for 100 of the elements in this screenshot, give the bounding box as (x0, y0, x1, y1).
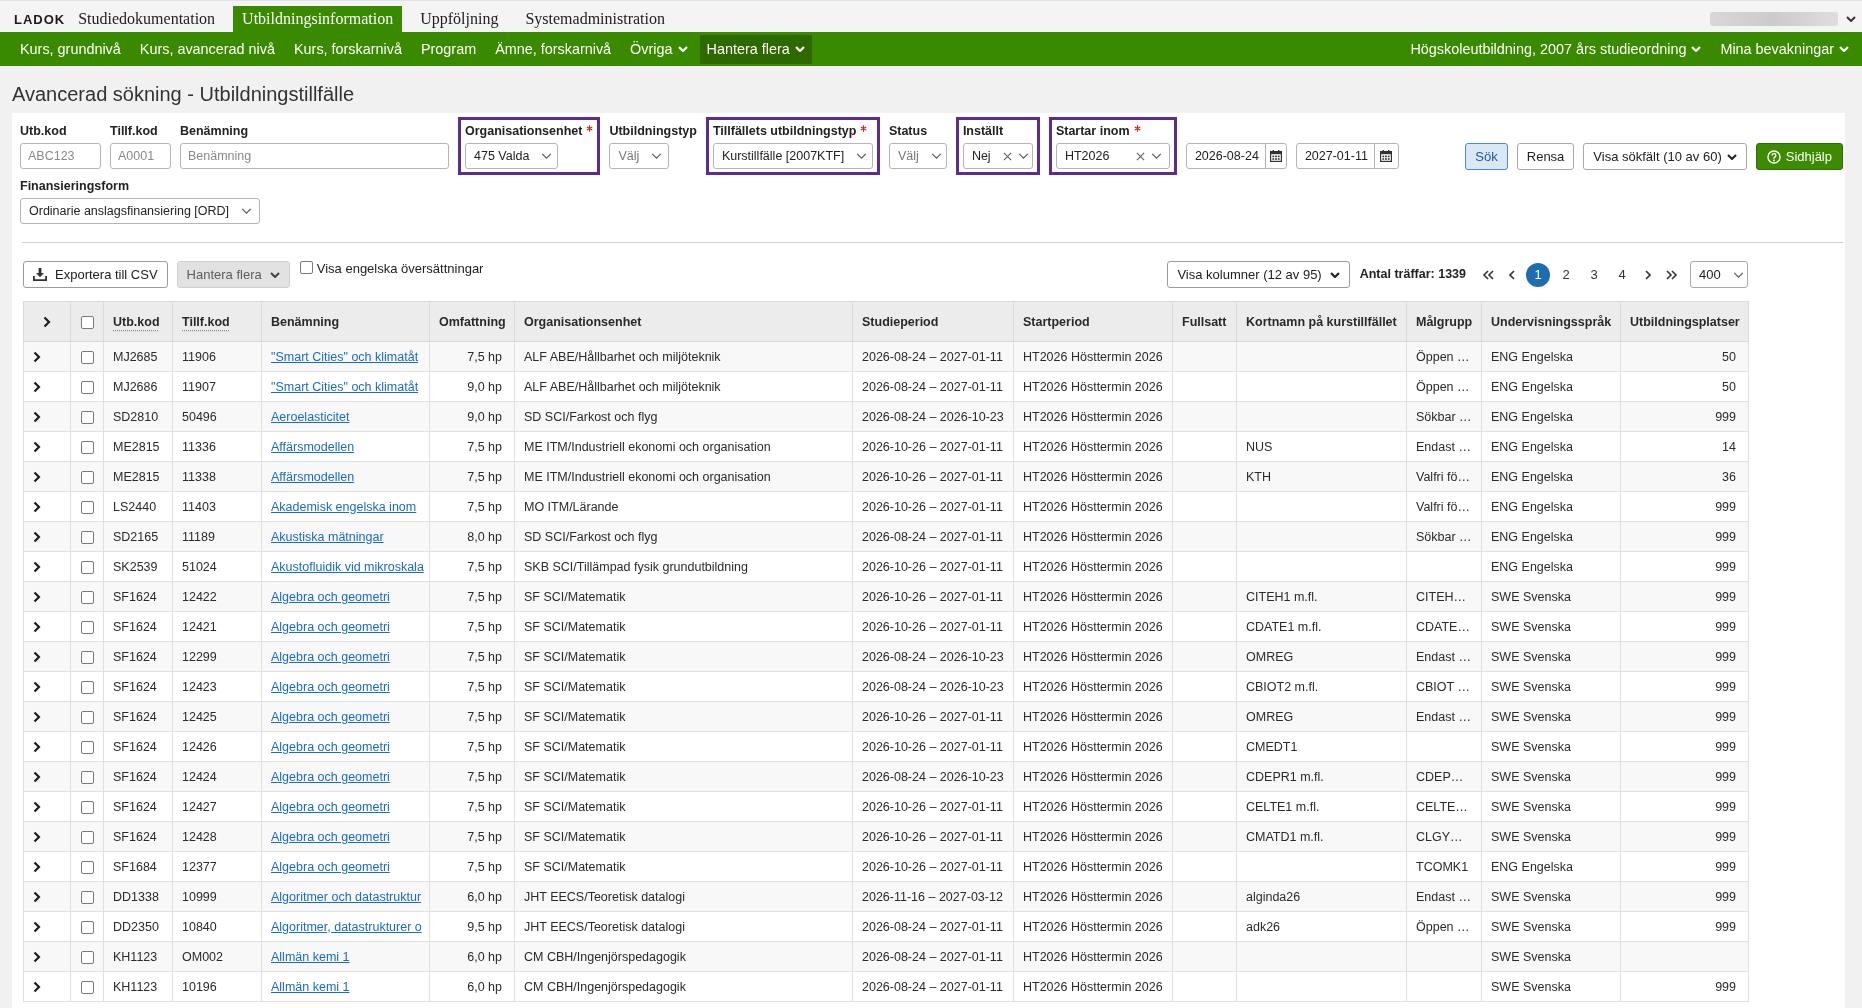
select-field[interactable]: Kurstillfälle [2007KTF] (712, 143, 873, 169)
double-chevron-right-icon[interactable] (1666, 269, 1678, 280)
chevron-right-icon[interactable] (33, 501, 41, 514)
column-header[interactable]: Tillf.kod (172, 301, 262, 342)
chevron-right-icon[interactable] (33, 891, 41, 904)
checkbox[interactable] (80, 710, 94, 724)
checkbox[interactable] (80, 440, 94, 454)
column-header[interactable]: Fullsatt (1172, 301, 1237, 342)
column-header[interactable]: Undervisningsspråk (1481, 301, 1621, 342)
nav-menu-item[interactable]: Hantera flera (699, 34, 812, 64)
search-button[interactable]: Sök (1465, 143, 1508, 170)
clear-icon[interactable] (1135, 151, 1145, 161)
checkbox[interactable] (80, 315, 94, 329)
checkbox-label[interactable]: Visa engelska översättningar (316, 261, 484, 276)
column-header[interactable]: Organisationsenhet (514, 301, 853, 342)
column-header[interactable]: Omfattning (429, 301, 515, 342)
page-size-select[interactable]: 400 (1690, 261, 1748, 288)
chevron-right-icon[interactable] (33, 471, 41, 484)
chevron-right-icon[interactable] (33, 981, 41, 994)
date-field[interactable]: 2026-08-24 (1185, 143, 1287, 169)
checkbox[interactable] (80, 950, 94, 964)
nav-menu-item[interactable]: Ämne, forskarnivå (488, 34, 619, 64)
text-field[interactable]: ABC123 (20, 143, 101, 169)
chevron-right-icon[interactable] (33, 771, 41, 784)
nav-menu-item[interactable]: Högskoleutbildning, 2007 års studieordning (1403, 34, 1709, 64)
chevron-right-icon[interactable] (1645, 269, 1651, 280)
chevron-right-icon[interactable] (33, 441, 41, 454)
export-button[interactable]: Exportera till CSV (23, 261, 168, 288)
chevron-right-icon[interactable] (33, 351, 41, 364)
chevron-right-icon[interactable] (33, 621, 41, 634)
chevron-right-icon[interactable] (33, 861, 41, 874)
chevron-right-icon[interactable] (43, 316, 51, 329)
chevron-right-icon[interactable] (33, 531, 41, 544)
checkbox[interactable] (80, 410, 94, 424)
chevron-right-icon[interactable] (33, 711, 41, 724)
nav-menu-item[interactable]: Kurs, forskarnivå (287, 34, 409, 64)
chevron-right-icon[interactable] (33, 381, 41, 394)
reset-button[interactable]: Rensa (1516, 143, 1575, 170)
column-header[interactable]: Målgrupp (1406, 301, 1482, 342)
top-tab[interactable]: Uppföljning (411, 6, 508, 32)
chevron-right-icon[interactable] (33, 951, 41, 964)
nav-menu-item[interactable]: Program (413, 34, 484, 64)
checkbox[interactable] (80, 590, 94, 604)
select-field[interactable]: Ordinarie anslagsfinansiering [ORD] (20, 198, 260, 224)
checkbox[interactable] (80, 830, 94, 844)
checkbox[interactable] (80, 680, 94, 694)
checkbox[interactable] (80, 860, 94, 874)
column-header[interactable]: Utb.kod (103, 301, 173, 342)
chevron-down-icon[interactable] (1846, 16, 1856, 22)
checkbox[interactable] (80, 350, 94, 364)
text-field[interactable]: Benämning (180, 143, 449, 169)
select-field[interactable]: HT2026 (1055, 143, 1170, 169)
help-button[interactable]: Sidhjälp (1755, 143, 1843, 170)
double-chevron-left-icon[interactable] (1482, 269, 1494, 280)
checkbox[interactable] (80, 890, 94, 904)
column-header[interactable]: Utbildningsplatser (1620, 301, 1749, 342)
dropdown-button[interactable]: Visa sökfält (10 av 60) (1583, 143, 1747, 170)
chevron-right-icon[interactable] (33, 801, 41, 814)
checkbox[interactable] (80, 980, 94, 994)
checkbox[interactable] (80, 620, 94, 634)
select-field[interactable]: 475 Valda (465, 143, 558, 169)
text-field[interactable]: A0001 (110, 143, 171, 169)
chevron-right-icon[interactable] (33, 921, 41, 934)
select-field[interactable]: Välj (609, 143, 670, 169)
chevron-right-icon[interactable] (33, 651, 41, 664)
nav-menu-item[interactable]: Mina bevakningar (1713, 34, 1856, 64)
chevron-right-icon[interactable] (33, 411, 41, 424)
checkbox[interactable] (80, 650, 94, 664)
checkbox[interactable] (80, 740, 94, 754)
checkbox[interactable] (80, 770, 94, 784)
chevron-right-icon[interactable] (33, 741, 41, 754)
nav-menu-item[interactable]: Övriga (623, 34, 695, 64)
page-link[interactable]: 2 (1554, 262, 1578, 287)
chevron-right-icon[interactable] (33, 561, 41, 574)
select-field[interactable]: Välj (888, 143, 947, 169)
page-link[interactable]: 1 (1526, 262, 1550, 287)
chevron-right-icon[interactable] (33, 681, 41, 694)
chevron-left-icon[interactable] (1509, 269, 1515, 280)
column-header[interactable]: Benämning (261, 301, 430, 342)
top-tab[interactable]: Systemadministration (516, 6, 674, 32)
column-header[interactable]: Studieperiod (852, 301, 1014, 342)
column-header[interactable]: Startperiod (1013, 301, 1173, 342)
nav-menu-item[interactable]: Kurs, grundnivå (13, 34, 128, 64)
checkbox[interactable] (80, 560, 94, 574)
checkbox[interactable] (80, 500, 94, 514)
page-link[interactable]: 4 (1610, 262, 1634, 287)
checkbox[interactable] (80, 380, 94, 394)
column-header[interactable]: Kortnamn på kurstillfället (1236, 301, 1407, 342)
chevron-right-icon[interactable] (33, 831, 41, 844)
checkbox[interactable] (299, 261, 313, 274)
select-field[interactable]: Nej (962, 143, 1033, 169)
columns-button[interactable]: Visa kolumner (12 av 95) (1167, 261, 1350, 288)
nav-menu-item[interactable]: Kurs, avancerad nivå (132, 34, 282, 64)
page-link[interactable]: 3 (1582, 262, 1606, 287)
clear-icon[interactable] (1002, 151, 1012, 161)
chevron-right-icon[interactable] (33, 591, 41, 604)
date-field[interactable]: 2027-01-11 (1295, 143, 1399, 169)
checkbox[interactable] (80, 470, 94, 484)
top-tab[interactable]: Studiedokumentation (69, 6, 225, 32)
checkbox[interactable] (80, 530, 94, 544)
